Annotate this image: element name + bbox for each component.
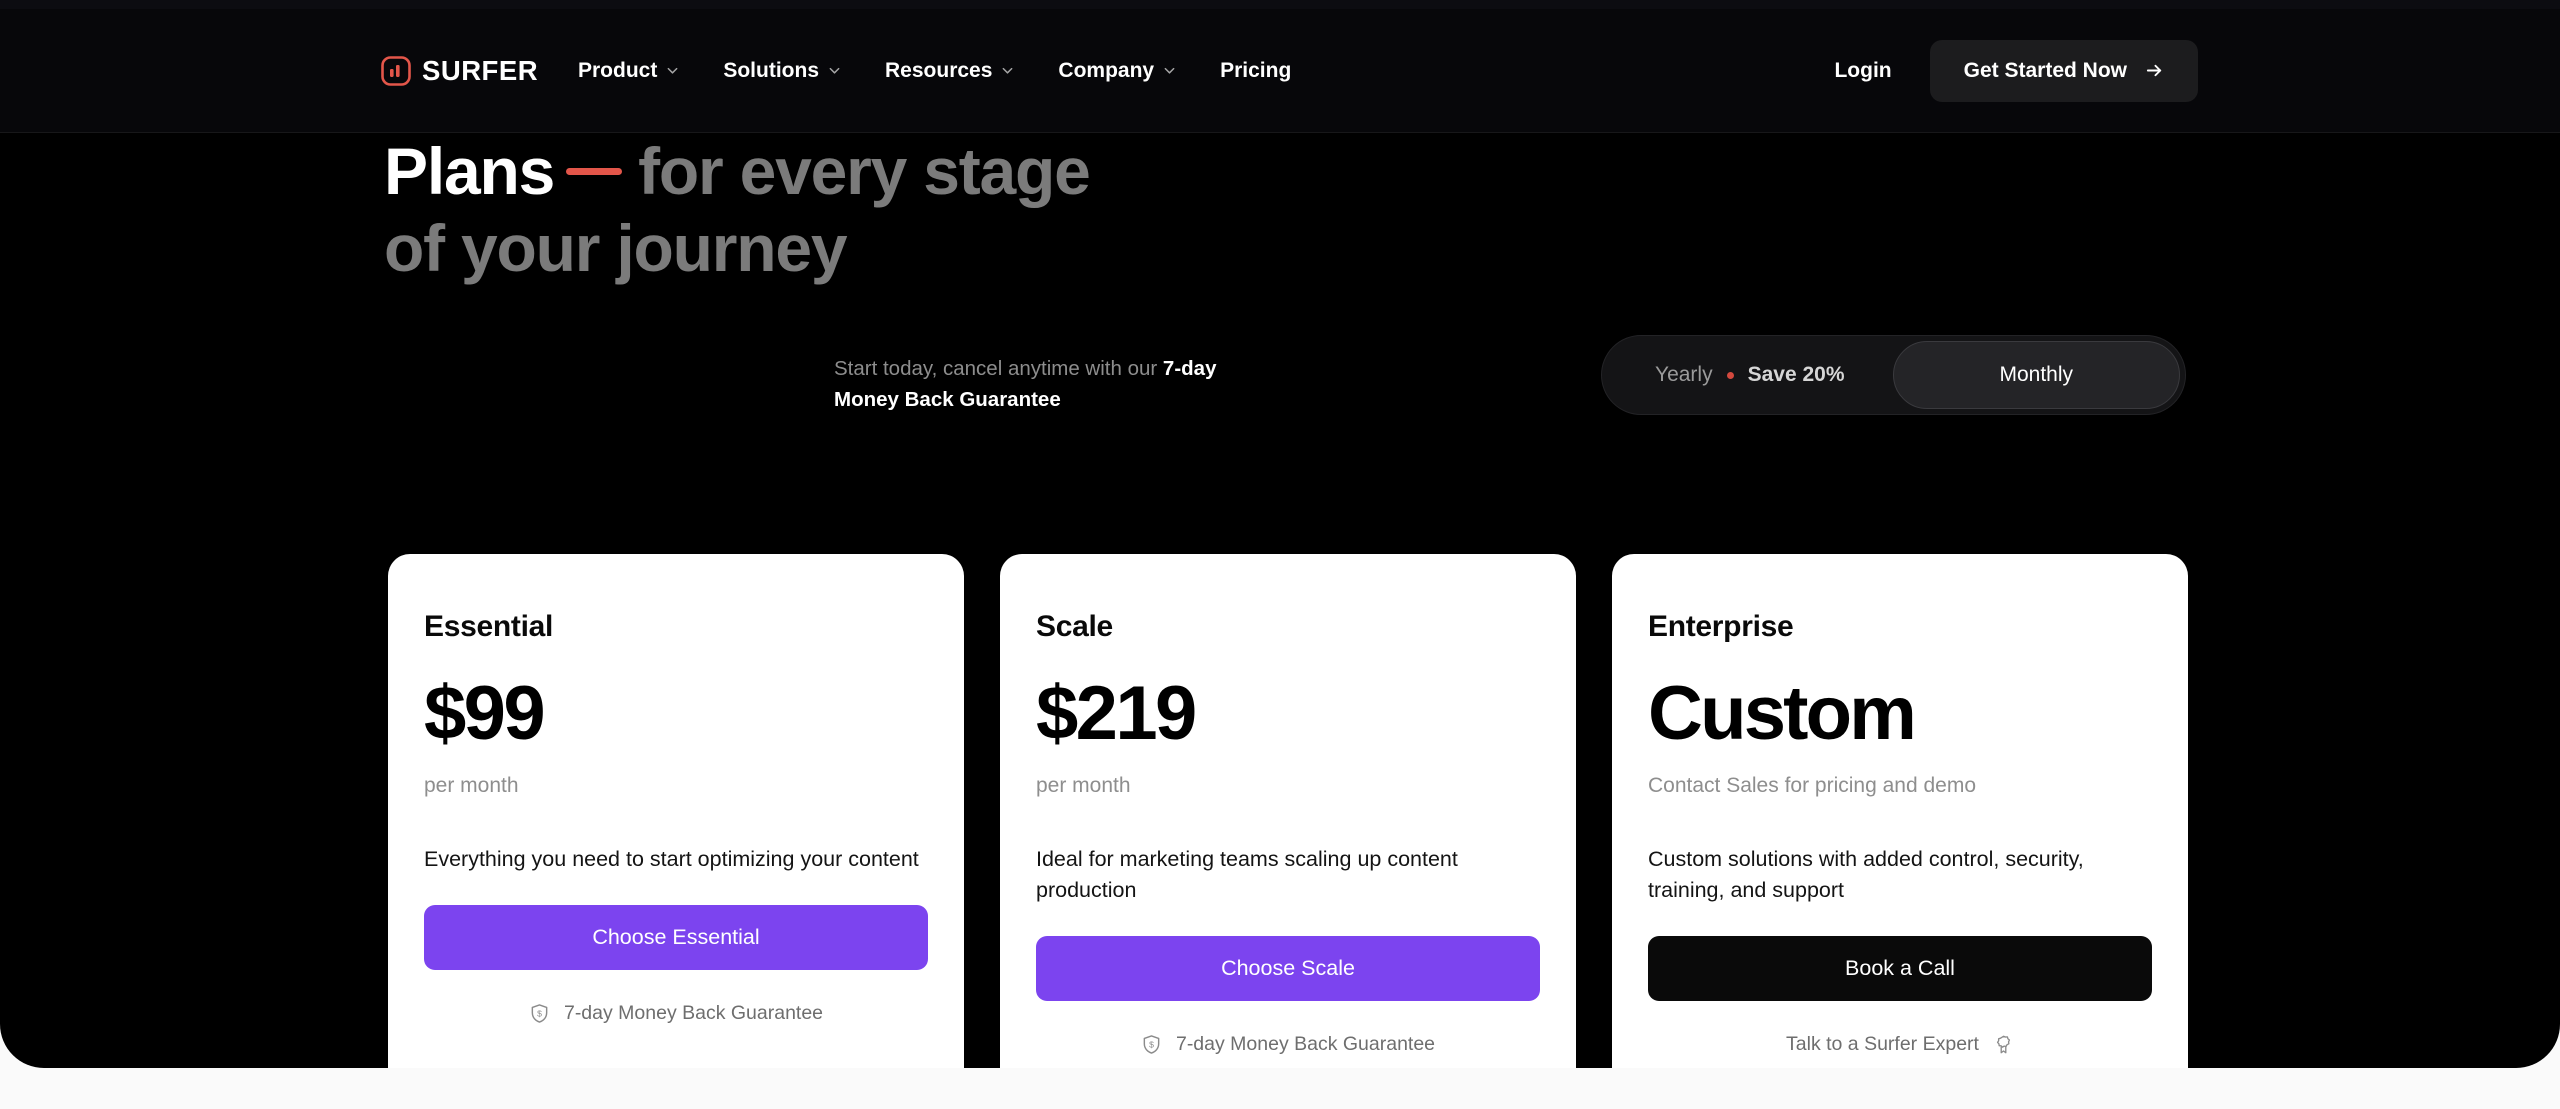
site-header: SURFER Product Solutions Resources Compa… [0,9,2560,133]
plan-period: Contact Sales for pricing and demo [1648,774,1977,797]
plan-period: per month [424,774,519,797]
plan-price: Custom [1648,671,1917,756]
pricing-card-scale: Scale $219 per month Ideal for marketing… [1000,554,1576,1068]
plan-price: $99 [424,671,546,756]
nav-item-product[interactable]: Product [578,51,701,91]
nav-item-resources[interactable]: Resources [863,51,1036,91]
plan-footnote[interactable]: Talk to a Surfer Expert [1648,1033,2152,1056]
plan-footnote: $ 7-day Money Back Guarantee [1036,1033,1540,1056]
plan-description: Custom solutions with added control, sec… [1648,847,2084,902]
nav-item-label: Solutions [723,58,820,82]
page-title-rest: for every stage [638,134,1091,208]
chevron-down-icon [1002,67,1013,74]
svg-text:$: $ [1149,1040,1154,1050]
browser-top-strip [0,0,2560,9]
arrow-right-icon [2146,64,2162,77]
header-inner: SURFER Product Solutions Resources Compa… [0,9,2560,133]
shield-dollar-icon: $ [531,1004,548,1023]
plan-name: Enterprise [1648,610,1794,643]
chevron-down-icon [667,67,678,74]
billing-yearly-label: Yearly [1654,363,1713,386]
page-title-highlight: Plans [384,134,555,208]
header-actions: Login Get Started Now [1834,39,2198,102]
billing-option-yearly[interactable]: Yearly Save 20% [1607,341,1893,409]
title-dash-accent [566,168,623,176]
choose-essential-button[interactable]: Choose Essential [424,904,928,970]
billing-period-toggle[interactable]: Yearly Save 20% Monthly [1601,335,2186,415]
choose-scale-button[interactable]: Choose Scale [1036,935,1540,1001]
pricing-card-essential: Essential $99 per month Everything you n… [388,554,964,1068]
chevron-down-icon [1164,67,1175,74]
nav-item-company[interactable]: Company [1036,51,1198,91]
hero-heading-block: Plans for every stage of your journey [384,133,1564,286]
plan-name: Essential [424,610,554,643]
nav-item-label: Company [1058,58,1155,82]
nav-item-solutions[interactable]: Solutions [701,51,863,91]
separator-dot-icon [1726,371,1734,379]
pricing-card-enterprise: Enterprise Custom Contact Sales for pric… [1612,554,2188,1068]
login-link[interactable]: Login [1834,59,1891,83]
brand-name: SURFER [422,54,539,86]
page-title-line2: of your journey [384,210,848,285]
hero-subtitle: Start today, cancel anytime with our 7-d… [834,353,1264,415]
shield-dollar-icon: $ [1143,1035,1160,1054]
plan-period: per month [1036,774,1131,797]
nav-item-label: Product [578,58,658,82]
plan-name: Scale [1036,610,1113,643]
main-nav: Product Solutions Resources Company Pric… [578,51,1313,91]
hero-subtitle-lead: Start today, cancel anytime with our [834,357,1163,380]
get-started-button[interactable]: Get Started Now [1929,39,2198,102]
nav-item-label: Resources [885,58,993,82]
brand-logo[interactable]: SURFER [381,54,539,86]
page-title: Plans for every stage [384,133,1564,210]
get-started-label: Get Started Now [1963,58,2127,82]
surfer-bar-chart-icon [381,55,411,86]
book-a-call-button[interactable]: Book a Call [1648,935,2152,1001]
pricing-page: SURFER Product Solutions Resources Compa… [0,0,2560,1109]
billing-yearly-save-label: Save 20% [1747,363,1845,386]
billing-option-monthly[interactable]: Monthly [1892,341,2180,409]
plan-footnote: $ 7-day Money Back Guarantee [424,1002,928,1025]
billing-monthly-label: Monthly [1999,363,2074,386]
award-badge-icon [1996,1035,2011,1054]
plan-description: Everything you need to start optimizing … [424,847,919,871]
plan-footnote-label: Talk to a Surfer Expert [1786,1032,1979,1055]
nav-item-pricing[interactable]: Pricing [1198,51,1313,91]
plan-footnote-label: 7-day Money Back Guarantee [563,1001,824,1024]
chevron-down-icon [829,67,840,74]
plan-description: Ideal for marketing teams scaling up con… [1036,847,1458,902]
svg-text:$: $ [537,1009,542,1019]
plan-price: $219 [1036,671,1197,756]
pricing-cards: Essential $99 per month Everything you n… [388,554,2188,1068]
plan-footnote-label: 7-day Money Back Guarantee [1175,1032,1436,1055]
nav-item-label: Pricing [1220,58,1292,82]
hero-panel: SURFER Product Solutions Resources Compa… [0,9,2560,1068]
